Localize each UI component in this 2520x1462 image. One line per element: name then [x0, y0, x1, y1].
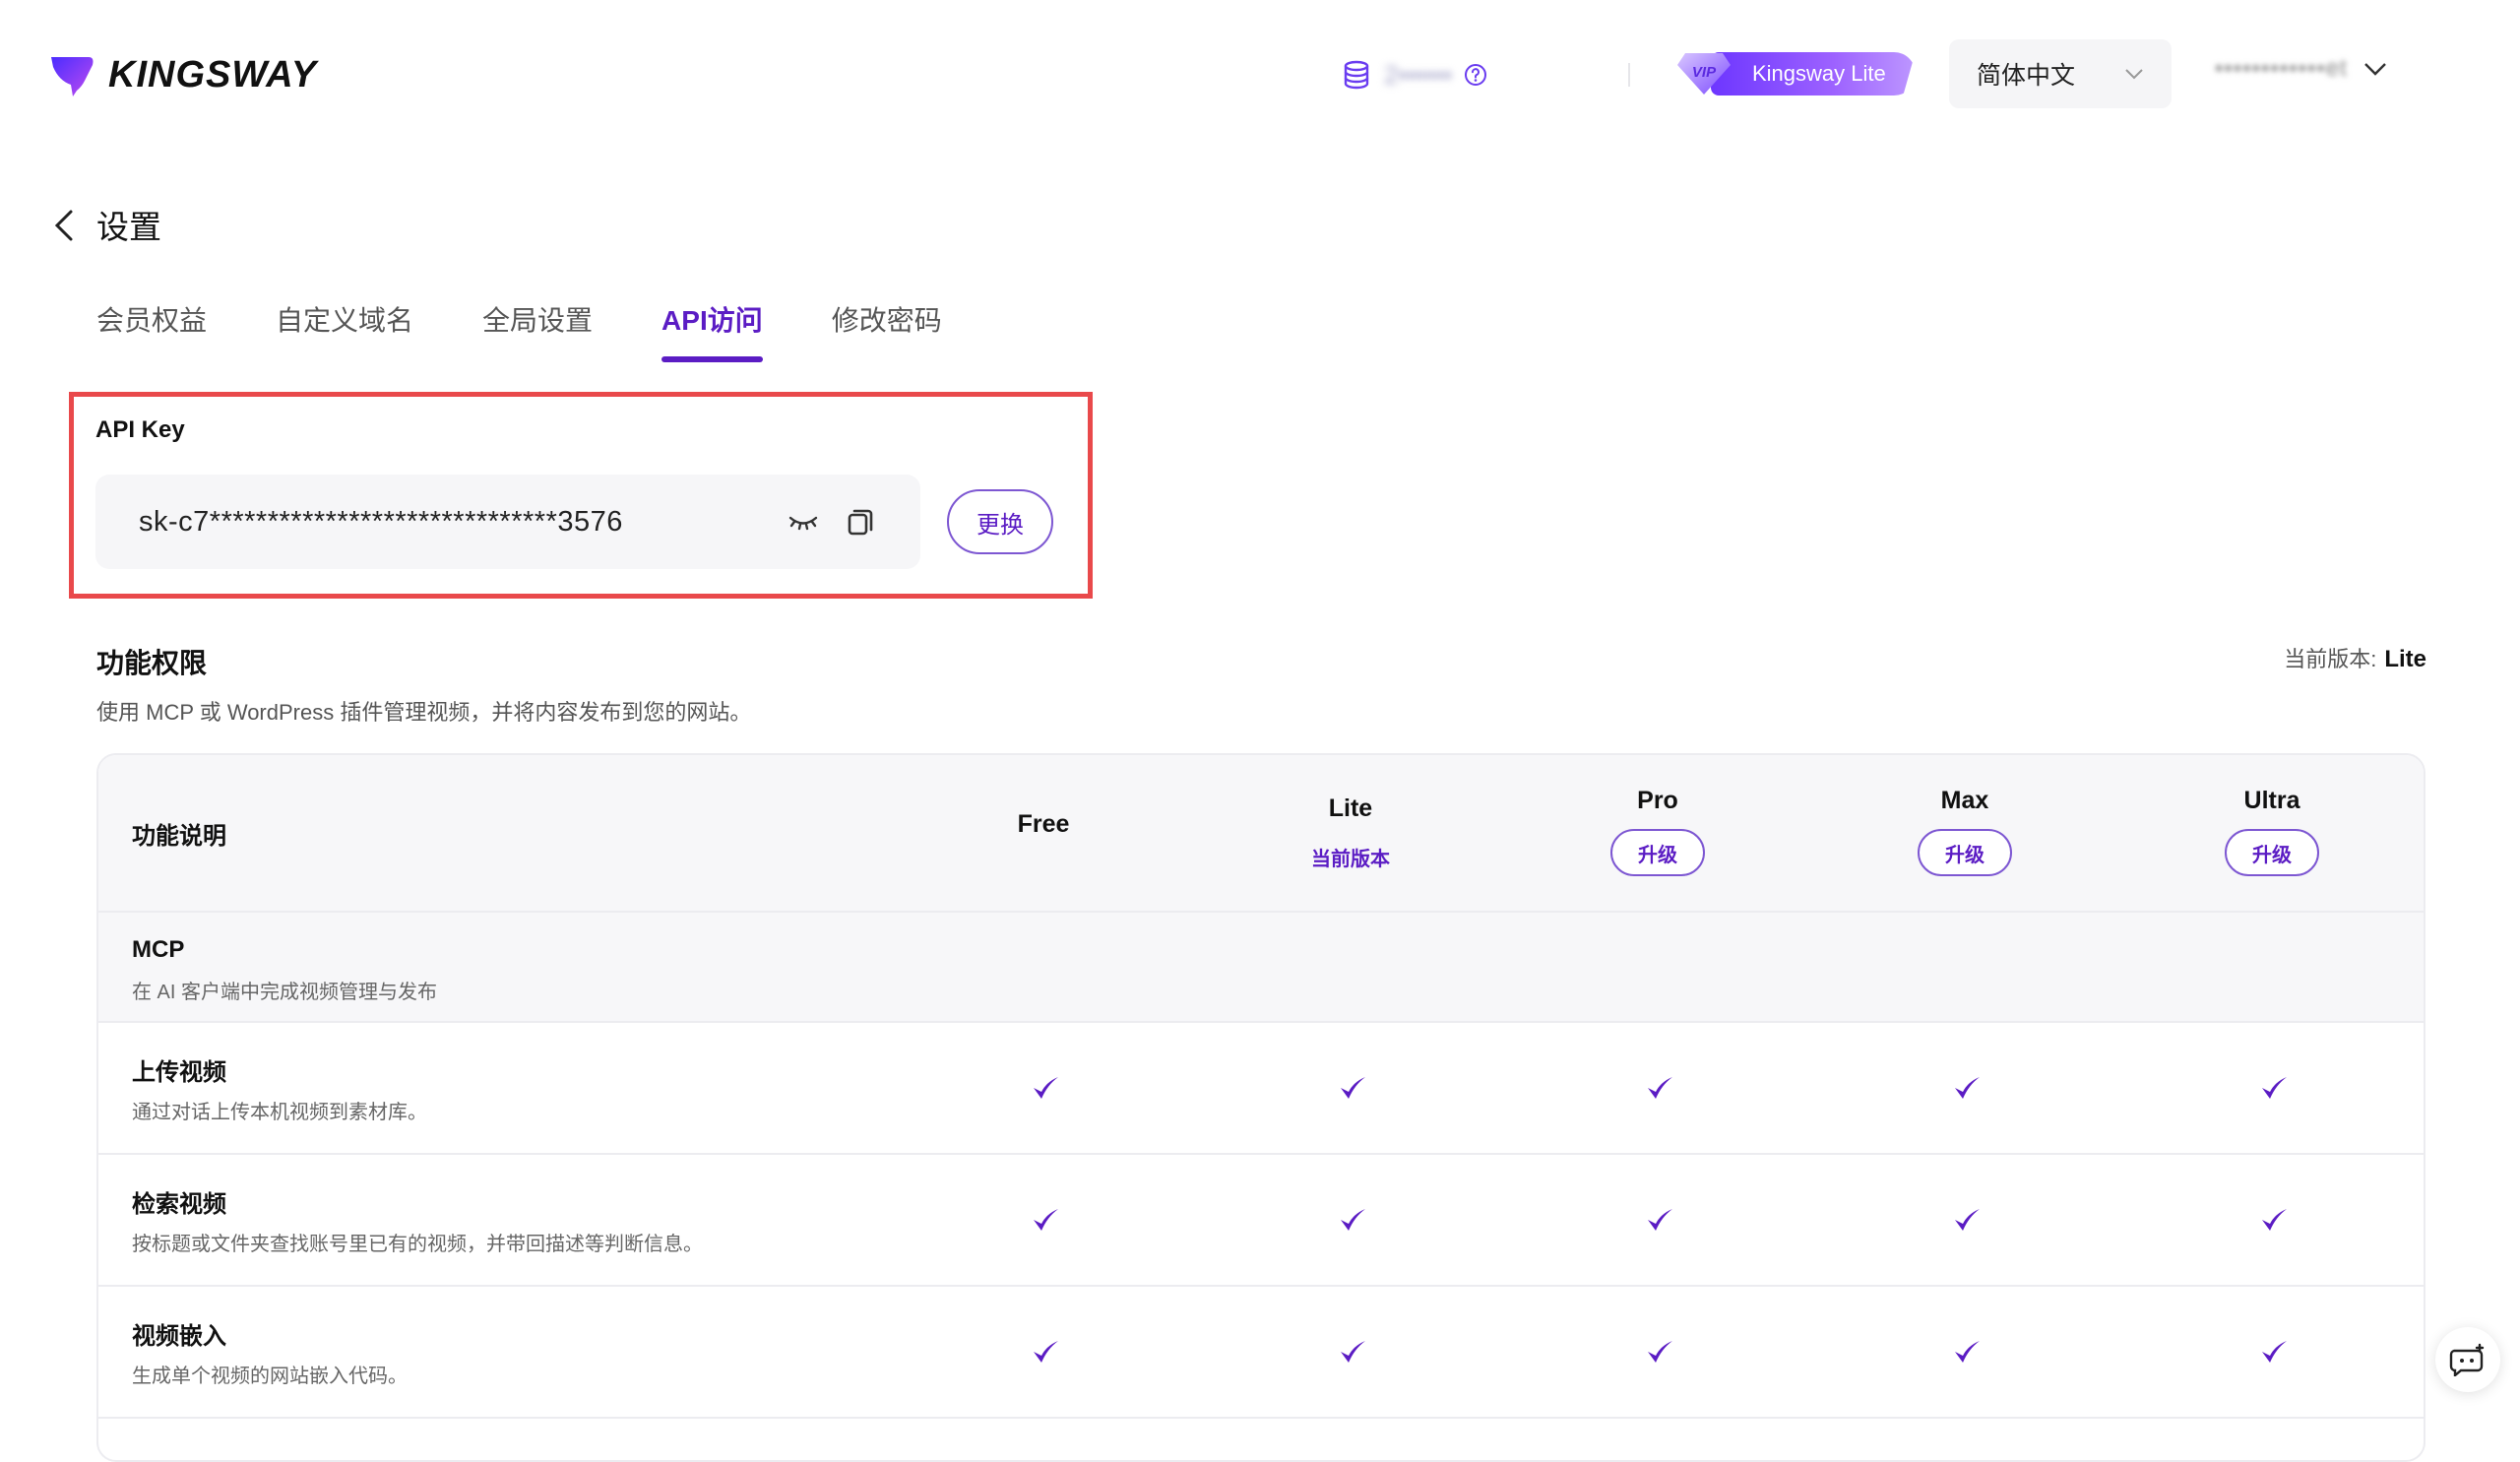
plan-ultra: Ultra 升级 — [2118, 787, 2424, 876]
feature-column-header: 功能说明 — [132, 823, 226, 850]
check-icon — [1955, 1077, 1980, 1099]
tab-custom-domain[interactable]: 自定义域名 — [276, 299, 413, 362]
kingsway-logo-icon — [51, 57, 94, 96]
database-icon — [1344, 60, 1369, 90]
upgrade-pro-button[interactable]: 升级 — [1610, 829, 1705, 876]
features-description: 使用 MCP 或 WordPress 插件管理视频，并将内容发布到您的网站。 — [96, 700, 752, 725]
back-arrow-icon[interactable] — [51, 209, 79, 242]
check-icon — [1648, 1209, 1672, 1231]
username: ••••••••••••et — [2215, 55, 2348, 82]
plan-name: Lite — [1328, 795, 1373, 822]
api-key-value: sk-c7******************************3576 — [139, 505, 623, 538]
tab-membership[interactable]: 会员权益 — [96, 299, 207, 362]
plan-name: Max — [1940, 787, 1989, 814]
plan-name: Free — [1017, 810, 1070, 838]
upgrade-max-button[interactable]: 升级 — [1918, 829, 2012, 876]
check-icon — [1034, 1341, 1058, 1363]
table-header: 功能说明 Free Lite 当前版本 Pro 升级 Max 升级 Ultra … — [98, 755, 2424, 913]
header-divider — [1628, 63, 1630, 87]
vip-tag: VIP — [1692, 64, 1717, 81]
current-version-value: Lite — [2384, 646, 2426, 672]
chat-bot-icon — [2449, 1343, 2485, 1376]
check-icon — [1955, 1341, 1980, 1363]
chevron-down-icon — [2125, 69, 2143, 80]
check-icon — [1034, 1209, 1058, 1231]
chevron-down-icon — [2363, 63, 2386, 76]
check-icon — [1341, 1077, 1365, 1099]
vip-badge[interactable]: VIP Kingsway Lite — [1673, 49, 1916, 98]
plan-max: Max 升级 — [1811, 787, 2118, 876]
feature-title: 检索视频 — [132, 1191, 226, 1218]
check-icon — [2262, 1341, 2287, 1363]
check-icon — [1341, 1209, 1365, 1231]
tab-global-settings[interactable]: 全局设置 — [482, 299, 593, 362]
vip-shield-icon: VIP — [1673, 49, 1734, 98]
plan-free: Free — [890, 810, 1197, 839]
check-icon — [1648, 1077, 1672, 1099]
help-icon[interactable] — [1464, 63, 1487, 87]
plan-pro: Pro 升级 — [1504, 787, 1811, 876]
page-title: 设置 — [96, 209, 161, 245]
feature-title: 视频嵌入 — [132, 1323, 226, 1350]
feature-title: 上传视频 — [132, 1059, 226, 1086]
plan-name: Pro — [1637, 787, 1678, 814]
table-row: 上传视频 通过对话上传本机视频到素材库。 — [98, 1023, 2424, 1155]
check-icon — [1034, 1077, 1058, 1099]
current-version: 当前版本: Lite — [2284, 642, 2426, 673]
api-key-label: API Key — [95, 416, 185, 443]
tab-api-access[interactable]: API访问 — [662, 299, 763, 362]
feature-group-mcp: MCP 在 AI 客户端中完成视频管理与发布 — [98, 913, 2424, 1023]
plan-name: Ultra — [2243, 787, 2300, 814]
plan-lite: Lite 当前版本 — [1197, 795, 1504, 871]
check-icon — [1648, 1341, 1672, 1363]
feature-description: 通过对话上传本机视频到素材库。 — [132, 1102, 427, 1123]
group-description: 在 AI 客户端中完成视频管理与发布 — [132, 982, 438, 1003]
credits-balance[interactable]: 2•••••• — [1341, 57, 1487, 93]
chat-bot-button[interactable] — [2435, 1327, 2500, 1392]
tab-change-password[interactable]: 修改密码 — [832, 299, 942, 362]
check-icon — [2262, 1209, 2287, 1231]
eye-closed-icon[interactable] — [787, 505, 820, 539]
language-select[interactable]: 简体中文 — [1949, 39, 2172, 108]
vip-plan-label: Kingsway Lite — [1711, 52, 1916, 95]
group-title: MCP — [132, 936, 185, 963]
credits-value: 2•••••• — [1384, 59, 1453, 90]
copy-icon[interactable] — [844, 505, 877, 539]
brand-logo[interactable]: KINGSWAY — [49, 51, 317, 98]
upgrade-ultra-button[interactable]: 升级 — [2225, 829, 2319, 876]
table-row: 视频嵌入 生成单个视频的网站嵌入代码。 — [98, 1287, 2424, 1419]
settings-tabs: 会员权益 自定义域名 全局设置 API访问 修改密码 — [96, 299, 942, 362]
features-table: 功能说明 Free Lite 当前版本 Pro 升级 Max 升级 Ultra … — [96, 753, 2426, 1462]
user-menu[interactable]: ••••••••••••et — [2215, 55, 2387, 83]
brand-name: KINGSWAY — [108, 53, 318, 95]
features-title: 功能权限 — [96, 648, 208, 678]
current-plan-label: 当前版本 — [1311, 849, 1390, 870]
check-icon — [2262, 1077, 2287, 1099]
feature-description: 按标题或文件夹查找账号里已有的视频，并带回描述等判断信息。 — [132, 1234, 703, 1255]
language-value: 简体中文 — [1977, 62, 2076, 90]
api-key-field[interactable]: sk-c7******************************3576 — [95, 475, 920, 569]
table-row: 检索视频 按标题或文件夹查找账号里已有的视频，并带回描述等判断信息。 — [98, 1155, 2424, 1287]
check-icon — [1955, 1209, 1980, 1231]
current-version-label: 当前版本: — [2284, 647, 2377, 671]
check-icon — [1341, 1341, 1365, 1363]
change-key-button[interactable]: 更换 — [947, 489, 1053, 554]
feature-description: 生成单个视频的网站嵌入代码。 — [132, 1366, 408, 1387]
